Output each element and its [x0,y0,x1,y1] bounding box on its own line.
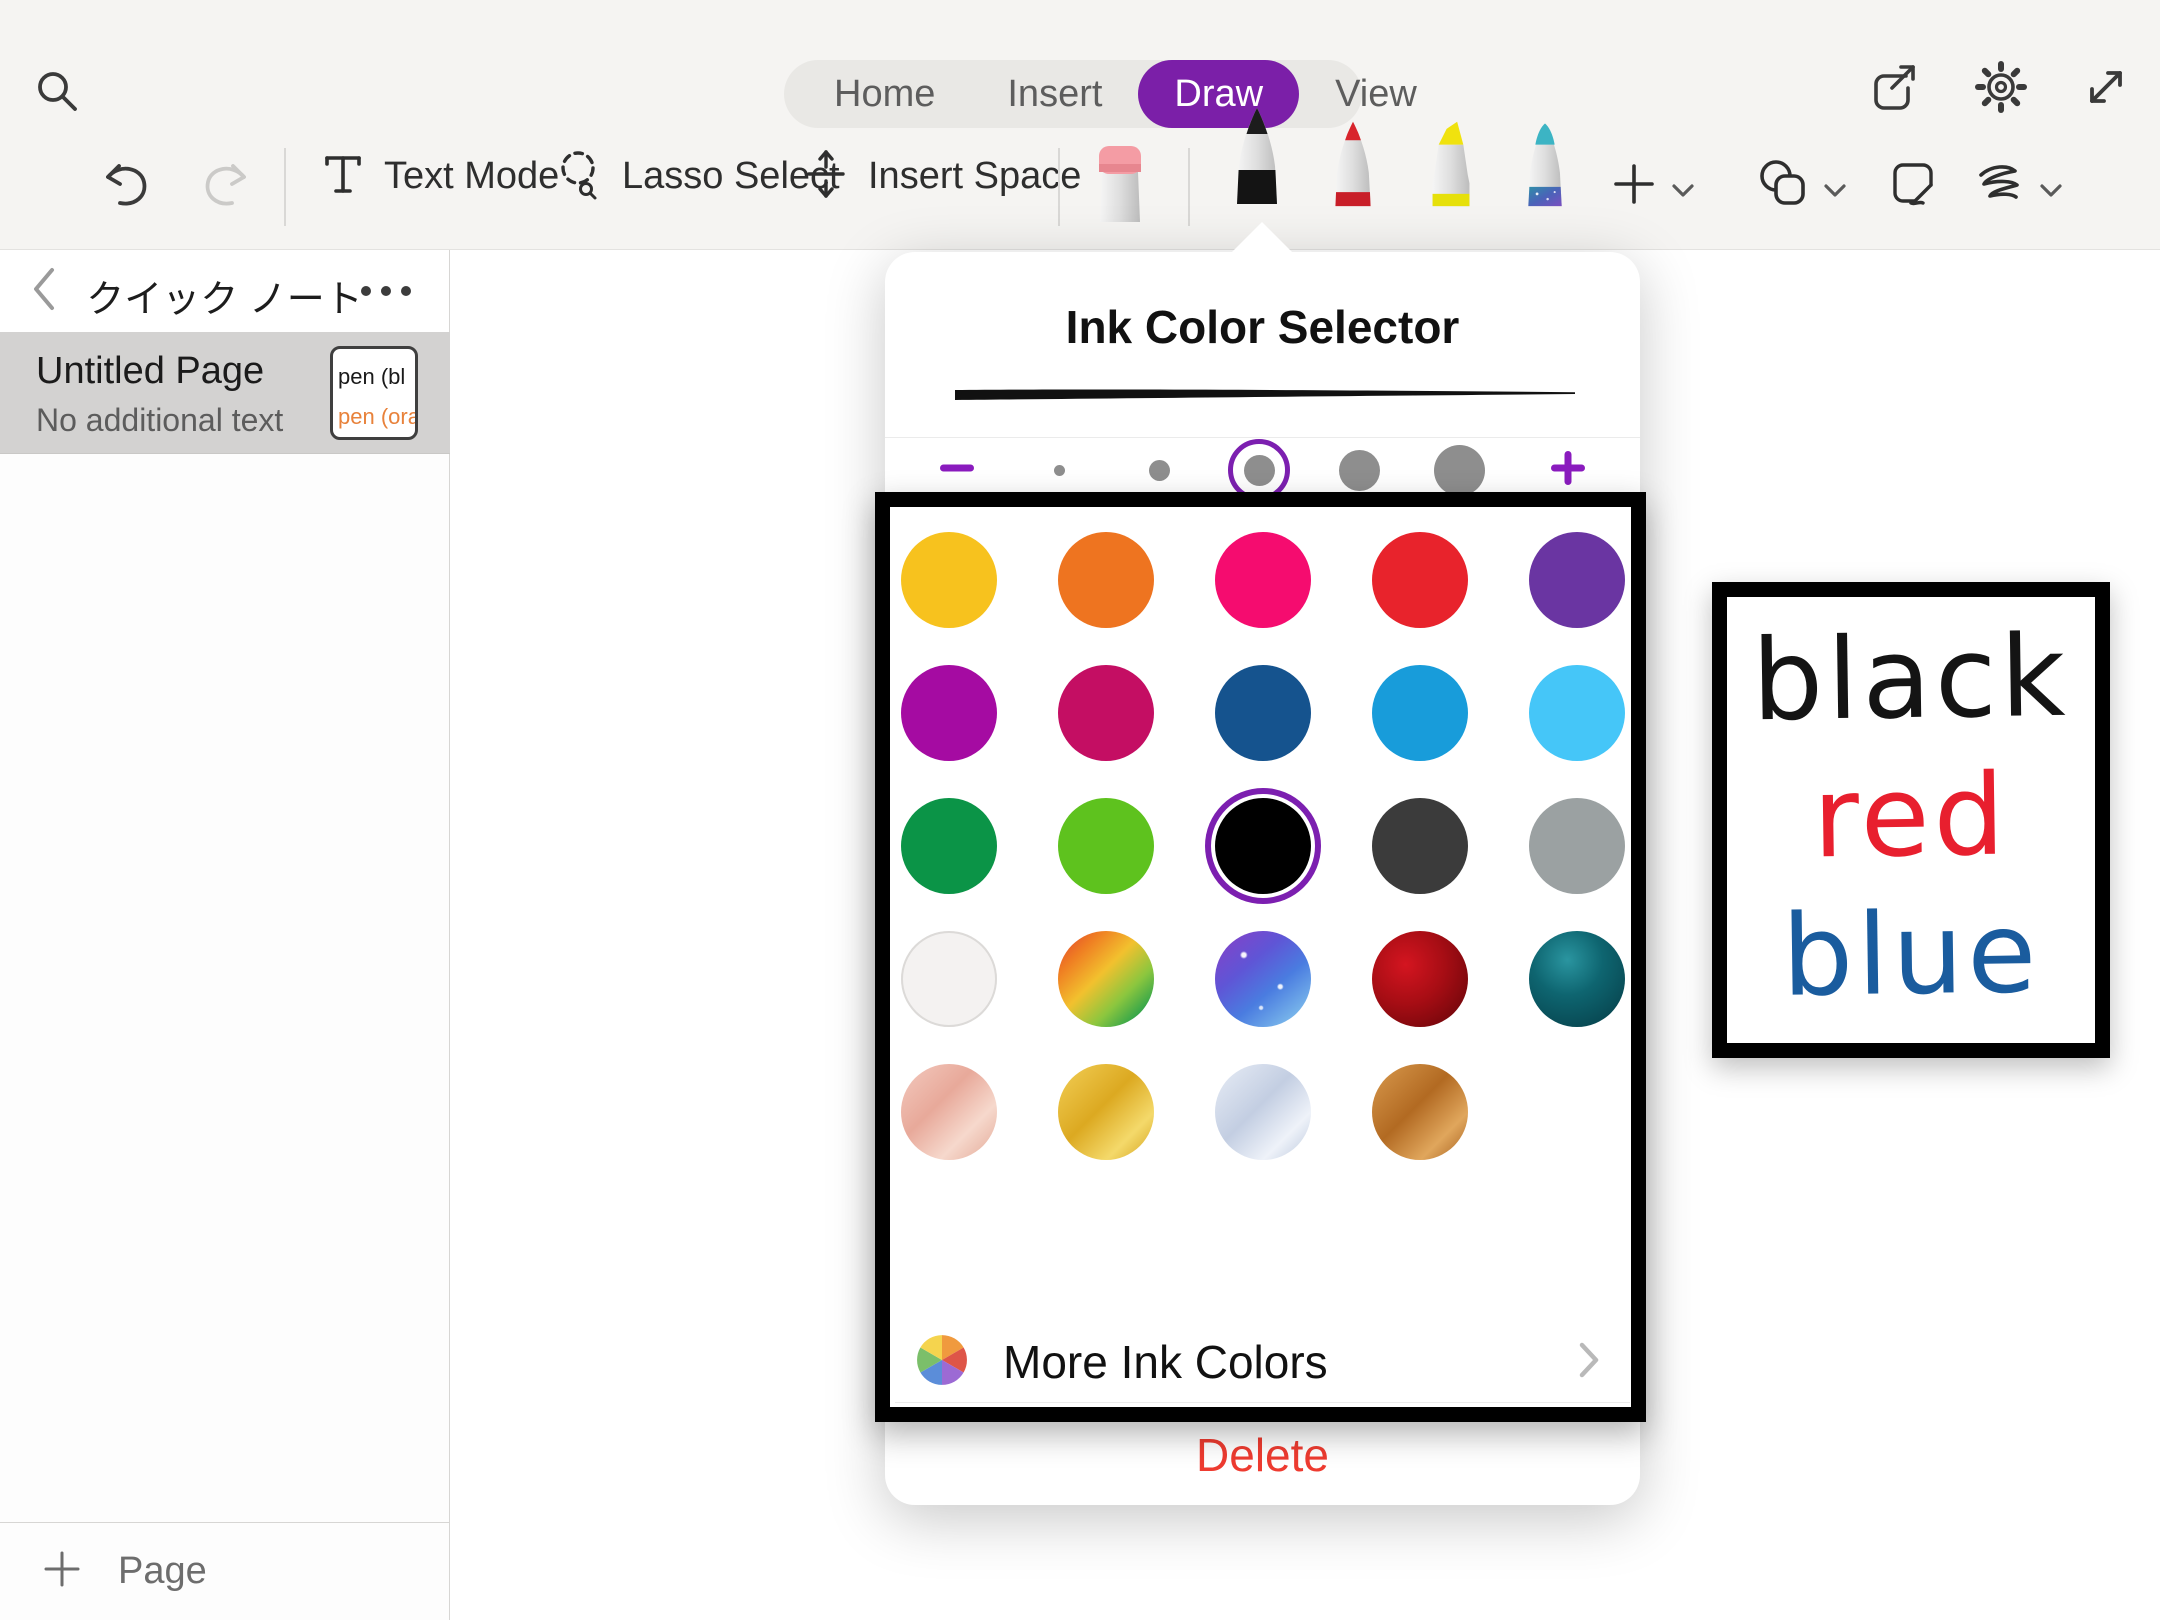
plus-icon [1610,160,1658,213]
ink-word-blue: blue [1781,885,2041,1026]
redo-button[interactable] [198,160,254,216]
undo-icon [100,160,152,217]
top-toolbar: Home Insert Draw View [0,0,2160,250]
delete-pen-button[interactable]: Delete [885,1428,1640,1482]
insert-space-label: Insert Space [868,155,1081,198]
thumbnail-ink-text: pen (ora [338,397,410,437]
red-pen-icon [1324,211,1382,228]
plus-icon [40,1547,84,1596]
galaxy-pencil-icon [1516,211,1574,228]
size-dot [1244,455,1275,486]
annotation-box-color-grid [875,492,1646,1422]
size-dot [1149,460,1170,481]
insert-space-button[interactable]: Insert Space [800,128,1081,224]
toolbar-divider [1188,148,1190,226]
plus-icon [1546,446,1590,495]
shapes-chevron[interactable] [1820,178,1850,208]
fullscreen-button[interactable] [2078,58,2134,121]
window-actions [1866,58,2134,121]
search-button[interactable] [30,66,86,122]
chevron-down-icon [1822,180,1848,207]
decrease-size-button[interactable] [933,446,981,494]
shapes-icon [1755,155,1813,218]
ink-annotate-icon [1885,155,1943,218]
highlighter-icon [1422,211,1480,228]
scribble-icon [1974,160,2028,219]
black-pen-tool-selected[interactable] [1224,104,1290,229]
add-page-button[interactable]: Page [0,1522,450,1620]
insert-space-icon [800,148,852,205]
add-pen-chevron[interactable] [1668,178,1698,208]
lasso-select-button[interactable]: Lasso Select [552,128,840,224]
stroke-preview [955,378,1575,415]
annotation-box-ink-words: blackredblue [1712,582,2110,1058]
text-mode-icon [318,149,368,204]
highlighter-tool[interactable] [1422,118,1480,229]
minus-icon [935,446,979,495]
increase-size-button[interactable] [1544,446,1592,494]
share-button[interactable] [1866,58,1924,121]
settings-gear-icon [1972,58,2030,121]
lasso-icon [552,147,606,206]
size-dot [1339,450,1380,491]
shapes-button[interactable] [1754,156,1814,216]
chevron-down-icon [2038,180,2064,207]
add-page-label: Page [118,1550,207,1593]
eraser-icon [1090,211,1150,228]
page-title: Untitled Page [36,350,264,393]
handwritten-ink-words: blackredblue [1727,597,2095,1043]
size-dot [1054,465,1065,476]
undo-button[interactable] [98,160,154,216]
text-mode-button[interactable]: Text Mode [318,128,559,224]
text-mode-label: Text Mode [384,155,559,198]
share-icon [1866,58,1924,121]
tab-insert[interactable]: Insert [971,60,1138,128]
eraser-tool[interactable] [1090,124,1150,229]
sidebar-header: クイック ノート [0,250,449,332]
ink-word-black: black [1751,609,2070,751]
popup-title: Ink Color Selector [885,300,1640,354]
popup-arrow [1232,222,1292,252]
galaxy-pencil-tool[interactable] [1516,118,1574,229]
page-list-sidebar: クイック ノート Untitled Page No additional tex… [0,250,450,1620]
thumbnail-ink-text: pen (bl [338,357,410,397]
add-pen-button[interactable] [1608,160,1660,212]
toolbar-divider [284,148,286,226]
toolbar-divider [1058,148,1060,226]
ink-word-red: red [1812,747,2009,887]
page-subtitle: No additional text [36,402,283,439]
onenote-draw-screen: Home Insert Draw View [0,0,2160,1620]
page-list-item-selected[interactable]: Untitled Page No additional text pen (bl… [0,332,450,454]
ink-annotate-button[interactable] [1884,156,1944,216]
tab-home[interactable]: Home [798,60,971,128]
redo-icon [200,160,252,217]
ellipsis-icon [361,286,371,296]
ink-to-text-chevron[interactable] [2036,178,2066,208]
settings-button[interactable] [1972,58,2030,121]
sidebar-menu-button[interactable] [351,276,421,306]
size-dot [1434,445,1485,496]
divider [885,437,1640,438]
ink-to-text-button[interactable] [1972,160,2030,218]
expand-icon [2078,59,2134,120]
chevron-down-icon [1670,180,1696,207]
page-thumbnail: pen (blpen (ora [330,346,418,440]
search-icon [32,66,84,123]
red-pen-tool[interactable] [1324,118,1382,229]
